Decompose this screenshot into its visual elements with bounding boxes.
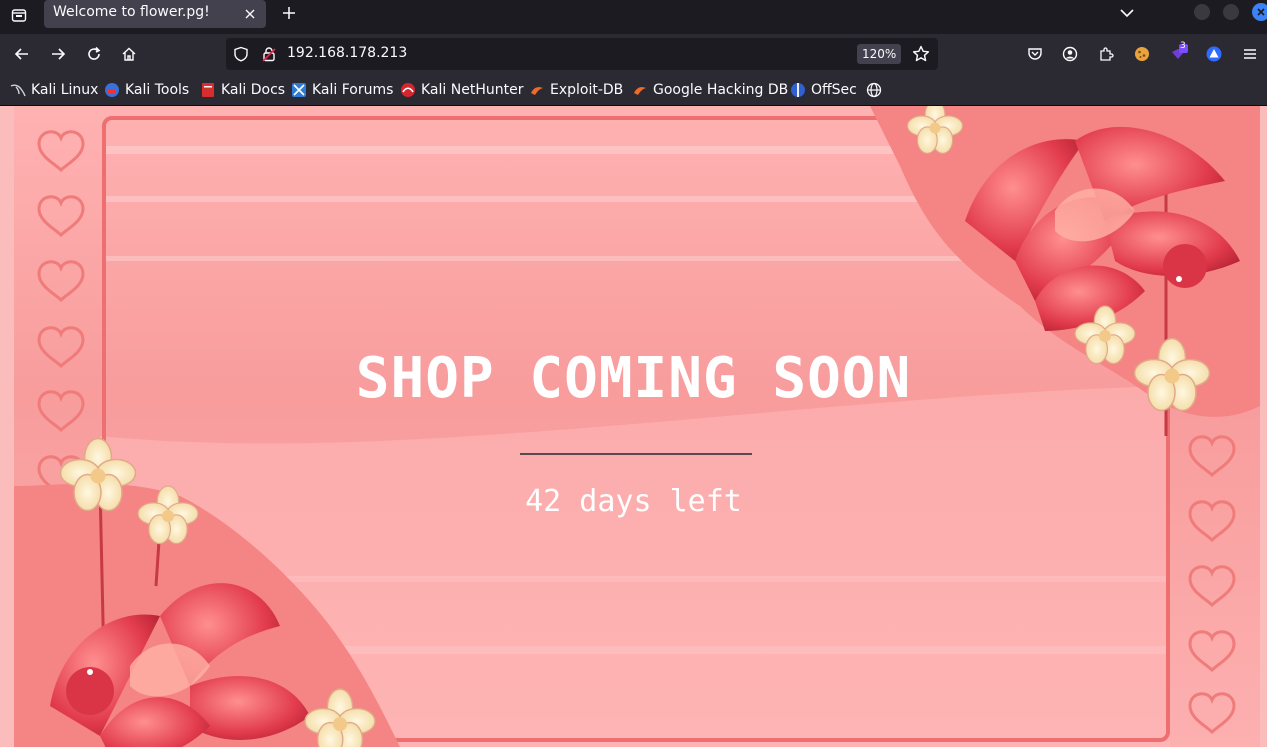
menu-icon[interactable]: [1238, 42, 1262, 66]
page-headline: SHOP COMING SOON: [355, 346, 912, 411]
tab-title: Welcome to flower.pg!: [53, 4, 210, 20]
tab-strip: Welcome to flower.pg!: [0, 0, 1267, 34]
url-bar[interactable]: 192.168.178.213 120%: [226, 38, 938, 70]
countdown-text: 42 days left: [525, 484, 742, 519]
bookmark-kali-docs[interactable]: Kali Docs: [200, 80, 285, 100]
reload-icon[interactable]: [82, 42, 106, 66]
url-text[interactable]: 192.168.178.213: [287, 45, 407, 61]
zoom-level[interactable]: 120%: [857, 44, 902, 64]
close-icon[interactable]: [240, 4, 260, 24]
globe-icon[interactable]: [866, 80, 882, 100]
bookmark-label: Kali Linux: [31, 82, 99, 98]
addon-triangle-icon[interactable]: [1202, 42, 1226, 66]
back-icon[interactable]: [10, 42, 34, 66]
chevron-down-icon[interactable]: [1116, 2, 1138, 24]
bookmark-label: OffSec: [811, 82, 857, 98]
window-close-button[interactable]: [1252, 3, 1267, 21]
account-icon[interactable]: [1058, 42, 1082, 66]
bookmark-kali-tools[interactable]: Kali Tools: [104, 80, 189, 100]
addon-cookie-icon[interactable]: [1130, 42, 1154, 66]
insecure-lock-icon[interactable]: [260, 45, 278, 63]
kali-tools-icon: [104, 82, 120, 98]
floral-background-art: [0, 106, 1267, 747]
bookmark-label: Kali Docs: [221, 82, 286, 98]
bookmark-kali-linux[interactable]: Kali Linux: [10, 80, 98, 100]
shield-icon[interactable]: [232, 45, 250, 63]
offsec-icon: [790, 82, 806, 98]
bookmark-label: Google Hacking DB: [653, 82, 789, 98]
bookmark-exploit-db[interactable]: Exploit-DB: [529, 80, 623, 100]
star-icon[interactable]: [912, 45, 930, 63]
extensions-icon[interactable]: [1094, 42, 1118, 66]
bookmark-kali-forums[interactable]: Kali Forums: [291, 80, 393, 100]
kali-forums-icon: [291, 82, 307, 98]
bookmark-kali-nethunter[interactable]: Kali NetHunter: [400, 80, 523, 100]
kali-nethunter-icon: [400, 82, 416, 98]
ghdb-icon: [632, 82, 648, 98]
bookmark-google-hacking-db[interactable]: Google Hacking DB: [632, 80, 788, 100]
pocket-icon[interactable]: [1023, 42, 1047, 66]
new-tab-icon[interactable]: [278, 2, 300, 24]
bookmark-label: Kali Forums: [312, 82, 394, 98]
extension-badge: 3: [1180, 41, 1186, 51]
exploit-db-icon: [529, 82, 545, 98]
bookmark-offsec[interactable]: OffSec: [790, 80, 857, 100]
navigation-toolbar: 192.168.178.213 120% 3: [0, 34, 1267, 74]
tab-active[interactable]: Welcome to flower.pg!: [44, 0, 266, 28]
page-content: SHOP COMING SOON 42 days left: [0, 106, 1267, 747]
addon-shield-icon[interactable]: 3: [1166, 41, 1190, 66]
bookmark-label: Kali NetHunter: [421, 82, 524, 98]
bookmark-label: Exploit-DB: [550, 82, 624, 98]
divider: [520, 453, 752, 455]
bookmarks-toolbar: Kali Linux Kali Tools Kali Docs Kali For…: [0, 74, 1267, 106]
forward-icon[interactable]: [46, 42, 70, 66]
firefox-view-icon[interactable]: [8, 4, 30, 26]
minimize-button[interactable]: [1194, 4, 1210, 20]
kali-docs-icon: [200, 82, 216, 98]
bookmark-label: Kali Tools: [125, 82, 190, 98]
maximize-button[interactable]: [1223, 4, 1239, 20]
kali-dragon-icon: [10, 82, 26, 98]
home-icon[interactable]: [117, 42, 141, 66]
